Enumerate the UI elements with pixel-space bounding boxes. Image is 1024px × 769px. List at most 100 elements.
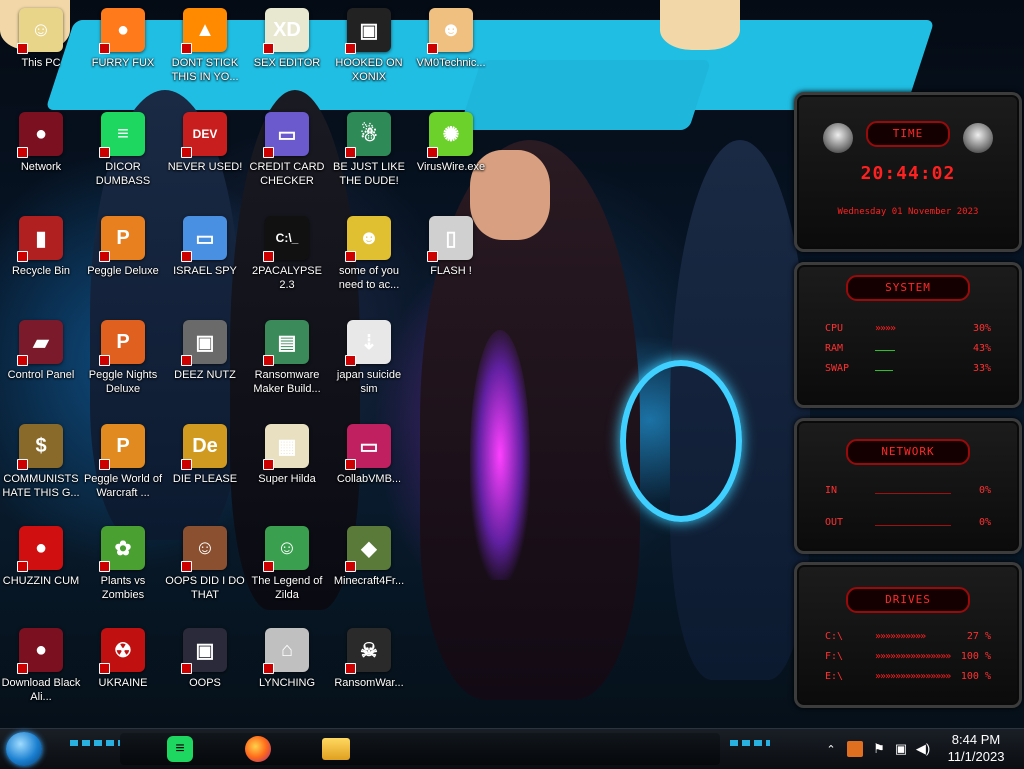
desktop-icon[interactable]: ▤ Ransomware Maker Build... xyxy=(246,316,328,412)
show-hidden-icons-icon[interactable]: ⌃ xyxy=(820,743,842,756)
shortcut-arrow-icon xyxy=(345,561,356,572)
shortcut-arrow-icon xyxy=(427,147,438,158)
desktop-icon-label: DONT STICK THIS IN YO... xyxy=(171,57,239,83)
desktop-icon-label: Plants vs Zombies xyxy=(100,575,146,601)
desktop-icon-label: OOPS DID I DO THAT xyxy=(165,575,245,601)
desktop-icon[interactable]: ≡ DICOR DUMBASS xyxy=(82,108,164,204)
desktop-icon-label: BE JUST LIKE THE DUDE! xyxy=(333,161,405,187)
app-icon: ≡ xyxy=(99,112,145,158)
system-widget: SYSTEM CPU »»»» 30% RAM 43% SWAP 33% xyxy=(794,262,1022,408)
drive-row: F:\ »»»»»»»»»»»»»»»»»»»»»»» 100 % xyxy=(825,649,991,663)
system-row-name: CPU xyxy=(825,322,844,334)
desktop-icon[interactable]: ☺ The Legend of Zilda xyxy=(246,522,328,618)
desktop-icon[interactable]: DEV NEVER USED! xyxy=(164,108,246,204)
drives-widget-title: DRIVES xyxy=(846,587,970,613)
action-center-flag-icon[interactable]: ⚑ xyxy=(868,741,890,757)
desktop-icon[interactable]: P Peggle Deluxe xyxy=(82,212,164,308)
desktop-icon-label: UKRAINE xyxy=(98,677,148,689)
desktop-icon[interactable]: ● Network xyxy=(0,108,82,204)
app-tray-icon[interactable] xyxy=(847,741,863,757)
desktop-icon-label: DEEZ NUTZ xyxy=(174,369,236,381)
spotify-taskbar-button[interactable]: ≡ xyxy=(160,732,200,766)
shortcut-arrow-icon xyxy=(263,43,274,54)
desktop-icon[interactable]: ▲ DONT STICK THIS IN YO... xyxy=(164,4,246,100)
network-icon[interactable]: ▣ xyxy=(890,741,912,757)
clock-time: 8:44 PM xyxy=(951,732,1001,747)
firefox-taskbar-button[interactable] xyxy=(238,732,278,766)
drives-widget: DRIVES C:\ »»»»»»»»»» 27 % F:\ »»»»»»»»»… xyxy=(794,562,1022,708)
desktop-icon[interactable]: ▣ DEEZ NUTZ xyxy=(164,316,246,412)
desktop-icon[interactable]: ◆ Minecraft4Fr... xyxy=(328,522,410,618)
desktop-icon[interactable]: XD SEX EDITOR xyxy=(246,4,328,100)
desktop-icon[interactable]: C:\_ 2PACALYPSE 2.3 xyxy=(246,212,328,308)
desktop-icon-label: VM0Technic... xyxy=(416,57,486,69)
shortcut-arrow-icon xyxy=(99,147,110,158)
desktop-icon[interactable]: ▭ ISRAEL SPY xyxy=(164,212,246,308)
system-row-name: SWAP xyxy=(825,362,850,374)
desktop-icon[interactable]: ⇣ japan suicide sim xyxy=(328,316,410,412)
desktop-icon[interactable]: ▭ CollabVMB... xyxy=(328,420,410,516)
shortcut-arrow-icon xyxy=(181,459,192,470)
folder-icon xyxy=(322,738,350,760)
desktop-icon[interactable]: ☺ OOPS DID I DO THAT xyxy=(164,522,246,618)
desktop-icon[interactable]: ✺ VirusWire.exe xyxy=(410,108,492,204)
desktop-icon[interactable]: ☠ RansomWar... xyxy=(328,624,410,720)
system-tray: ⌃ ⚑ ▣ ◀) xyxy=(820,729,934,769)
app-icon: ☠ xyxy=(345,628,391,674)
desktop-icon-label: RansomWar... xyxy=(334,677,404,689)
desktop-icon[interactable]: ☻ some of you need to ac... xyxy=(328,212,410,308)
desktop-icon-label: HOOKED ON XONIX xyxy=(335,57,403,83)
shortcut-arrow-icon xyxy=(427,43,438,54)
desktop-icon[interactable]: ☺ This PC xyxy=(0,4,82,100)
file-explorer-taskbar-button[interactable] xyxy=(316,732,356,766)
desktop-icon[interactable]: P Peggle World of Warcraft ... xyxy=(82,420,164,516)
desktop-icon[interactable]: P Peggle Nights Deluxe xyxy=(82,316,164,412)
app-icon: ☺ xyxy=(181,526,227,572)
shortcut-arrow-icon xyxy=(263,355,274,366)
system-row-value: 30% xyxy=(972,322,991,334)
app-icon: ▦ xyxy=(263,424,309,470)
desktop-icon[interactable]: De DIE PLEASE xyxy=(164,420,246,516)
desktop-icon[interactable]: ● FURRY FUX xyxy=(82,4,164,100)
app-icon: ✿ xyxy=(99,526,145,572)
shortcut-arrow-icon xyxy=(427,251,438,262)
desktop-icon-label: Control Panel xyxy=(7,369,75,381)
taskbar: ≡ ⌃ ⚑ ▣ ◀) 8:44 PM 11/1/2023 xyxy=(0,728,1024,769)
desktop-icon[interactable]: ☃ BE JUST LIKE THE DUDE! xyxy=(328,108,410,204)
desktop-icon[interactable]: ⌂ LYNCHING xyxy=(246,624,328,720)
app-icon: ⇣ xyxy=(345,320,391,366)
desktop-icon[interactable]: ▦ Super Hilda xyxy=(246,420,328,516)
system-row: SWAP 33% xyxy=(825,361,991,375)
desktop-icon-label: 2PACALYPSE 2.3 xyxy=(252,265,322,291)
shortcut-arrow-icon xyxy=(263,459,274,470)
drive-row-bar: »»»»»»»»»» xyxy=(875,630,926,642)
desktop-icon[interactable]: ▭ CREDIT CARD CHECKER xyxy=(246,108,328,204)
app-icon: ▭ xyxy=(181,216,227,262)
desktop-icon-label: CREDIT CARD CHECKER xyxy=(249,161,325,187)
desktop-icon-label: COMMUNISTS HATE THIS G... xyxy=(2,473,80,499)
app-icon: ▮ xyxy=(17,216,63,262)
desktop-icon[interactable]: ● Download Black Ali... xyxy=(0,624,82,720)
network-graph xyxy=(875,518,951,526)
shortcut-arrow-icon xyxy=(181,663,192,674)
drive-row-value: 100 % xyxy=(960,650,991,662)
desktop-icon[interactable]: ▣ OOPS xyxy=(164,624,246,720)
desktop-icon[interactable]: ▣ HOOKED ON XONIX xyxy=(328,4,410,100)
drive-row-name: C:\ xyxy=(825,630,844,642)
desktop-icon[interactable]: ▯ FLASH ! xyxy=(410,212,492,308)
time-widget-clock: 20:44:02 xyxy=(860,163,956,184)
desktop-icon-label: Peggle World of Warcraft ... xyxy=(83,473,163,499)
desktop-icon[interactable]: ✿ Plants vs Zombies xyxy=(82,522,164,618)
network-row-value: 0% xyxy=(978,516,991,528)
volume-icon[interactable]: ◀) xyxy=(912,741,934,757)
desktop-icon[interactable]: ▮ Recycle Bin xyxy=(0,212,82,308)
app-icon: ● xyxy=(17,526,63,572)
taskbar-clock[interactable]: 8:44 PM 11/1/2023 xyxy=(936,731,1016,765)
desktop-icon[interactable]: ▰ Control Panel xyxy=(0,316,82,412)
shortcut-arrow-icon xyxy=(99,459,110,470)
desktop-icon[interactable]: ☻ VM0Technic... xyxy=(410,4,492,100)
start-button[interactable] xyxy=(6,732,42,766)
desktop-icon[interactable]: ● CHUZZIN CUM xyxy=(0,522,82,618)
desktop-icon[interactable]: ☢ UKRAINE xyxy=(82,624,164,720)
desktop-icon[interactable]: $ COMMUNISTS HATE THIS G... xyxy=(0,420,82,516)
